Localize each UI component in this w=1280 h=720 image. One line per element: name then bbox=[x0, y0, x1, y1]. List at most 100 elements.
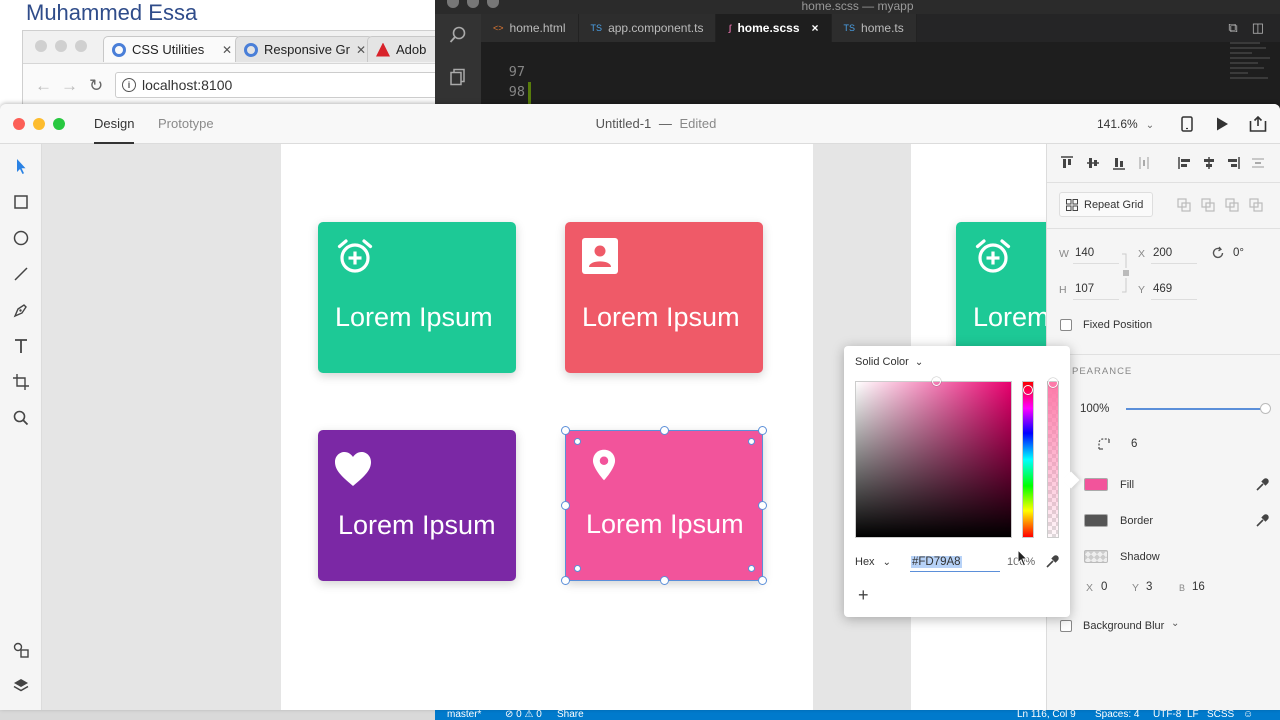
align-right-icon[interactable] bbox=[1226, 156, 1240, 170]
resize-handle[interactable] bbox=[660, 576, 669, 585]
back-arrow-icon[interactable]: ← bbox=[35, 76, 52, 96]
saturation-value-area[interactable] bbox=[855, 377, 1012, 538]
resize-handle[interactable] bbox=[758, 426, 767, 435]
zoom-dropdown[interactable]: 141.6% ⌄ bbox=[1097, 104, 1154, 144]
search-icon[interactable] bbox=[449, 26, 467, 44]
rotation-field[interactable]: 0° bbox=[1233, 247, 1244, 259]
split-editor-icon[interactable]: ◫ bbox=[1252, 20, 1264, 36]
color-format-dropdown[interactable]: Hex ⌄ bbox=[855, 556, 891, 568]
card-favorite[interactable]: Lorem Ipsum bbox=[318, 430, 516, 581]
color-picker-handle[interactable] bbox=[932, 377, 941, 386]
hue-slider[interactable] bbox=[1022, 381, 1034, 538]
add-swatch-button[interactable]: + bbox=[858, 586, 869, 604]
smiley-icon[interactable]: ☺ bbox=[1243, 710, 1253, 720]
play-icon[interactable] bbox=[1214, 116, 1230, 132]
browser-tab[interactable]: Responsive Gr ✕ bbox=[235, 36, 373, 62]
fixed-position-checkbox[interactable] bbox=[1060, 319, 1072, 331]
line-tool-icon[interactable] bbox=[11, 264, 31, 284]
ellipse-tool-icon[interactable] bbox=[11, 228, 31, 248]
artboard[interactable]: Lorem Ipsum Lorem Ipsum Lorem Ipsum Lore… bbox=[281, 144, 813, 710]
close-icon[interactable]: × bbox=[812, 21, 819, 35]
cursor-position[interactable]: Ln 116, Col 9 bbox=[1017, 710, 1076, 720]
reload-icon[interactable]: ↻ bbox=[89, 76, 103, 96]
close-icon[interactable]: ✕ bbox=[356, 43, 366, 57]
eyedropper-icon[interactable] bbox=[1045, 555, 1059, 569]
resize-handle[interactable] bbox=[561, 576, 570, 585]
git-branch[interactable]: master* bbox=[447, 710, 481, 720]
opacity-value[interactable]: 100% bbox=[1080, 403, 1109, 415]
corner-radius-icon[interactable] bbox=[1097, 437, 1111, 451]
resize-handle[interactable] bbox=[758, 576, 767, 585]
resize-handle[interactable] bbox=[660, 426, 669, 435]
align-bottom-icon[interactable] bbox=[1112, 156, 1126, 170]
share-button[interactable]: Share bbox=[557, 710, 584, 720]
zoom-tool-icon[interactable] bbox=[11, 408, 31, 428]
boolean-operations-icon[interactable] bbox=[1177, 198, 1267, 212]
artboard-tool-icon[interactable] bbox=[11, 372, 31, 392]
shadow-y-field[interactable]: 3 bbox=[1146, 581, 1152, 593]
opacity-slider-handle[interactable] bbox=[1260, 403, 1271, 414]
explorer-files-icon[interactable] bbox=[449, 68, 467, 86]
tab-prototype[interactable]: Prototype bbox=[158, 104, 214, 144]
hue-slider-handle[interactable] bbox=[1023, 385, 1033, 395]
alpha-slider-handle[interactable] bbox=[1048, 378, 1058, 388]
card-alarm[interactable]: Lorem Ipsum bbox=[318, 222, 516, 373]
border-swatch[interactable] bbox=[1084, 514, 1108, 527]
corner-radius-handle[interactable] bbox=[574, 565, 581, 572]
resize-handle[interactable] bbox=[561, 501, 570, 510]
encoding[interactable]: UTF-8 bbox=[1153, 710, 1181, 720]
close-icon[interactable]: ✕ bbox=[222, 43, 232, 57]
address-bar[interactable]: i localhost:8100 bbox=[115, 72, 445, 98]
chevron-down-icon[interactable]: ⌄ bbox=[1171, 618, 1179, 629]
align-left-icon[interactable] bbox=[1178, 156, 1192, 170]
corner-radius-handle[interactable] bbox=[748, 438, 755, 445]
editor-tab-home-ts[interactable]: TS home.ts bbox=[831, 14, 917, 42]
align-top-icon[interactable] bbox=[1060, 156, 1074, 170]
distribute-horizontal-icon[interactable] bbox=[1137, 156, 1151, 170]
open-changes-icon[interactable]: ⧉ bbox=[1228, 20, 1237, 36]
rectangle-tool-icon[interactable] bbox=[11, 192, 31, 212]
resize-handle[interactable] bbox=[561, 426, 570, 435]
minimap[interactable] bbox=[1230, 42, 1274, 104]
language-mode[interactable]: SCSS bbox=[1207, 710, 1234, 720]
tab-design[interactable]: Design bbox=[94, 104, 135, 144]
text-tool-icon[interactable] bbox=[11, 336, 31, 356]
card-contact[interactable]: Lorem Ipsum bbox=[565, 222, 763, 373]
resize-handle[interactable] bbox=[758, 501, 767, 510]
line-ending[interactable]: LF bbox=[1187, 710, 1199, 720]
problems-count[interactable]: ⊘ 0 ⚠ 0 bbox=[505, 710, 542, 720]
shadow-blur-field[interactable]: 16 bbox=[1192, 581, 1205, 593]
eyedropper-icon[interactable] bbox=[1255, 514, 1269, 528]
lock-aspect-icon[interactable] bbox=[1121, 252, 1131, 294]
eyedropper-icon[interactable] bbox=[1255, 478, 1269, 492]
forward-arrow-icon[interactable]: → bbox=[61, 76, 78, 96]
corner-radius-handle[interactable] bbox=[748, 565, 755, 572]
editor-tab-app-component[interactable]: TS app.component.ts bbox=[578, 14, 717, 42]
indentation[interactable]: Spaces: 4 bbox=[1095, 710, 1139, 720]
share-icon[interactable] bbox=[1249, 116, 1267, 132]
fill-swatch[interactable] bbox=[1084, 478, 1108, 491]
device-preview-icon[interactable] bbox=[1180, 116, 1194, 132]
browser-tab[interactable]: CSS Utilities ✕ bbox=[103, 36, 241, 62]
color-mode-dropdown[interactable]: Solid Color ⌄ bbox=[855, 356, 923, 368]
hex-input[interactable]: #FD79A8 bbox=[910, 552, 1000, 572]
select-tool-icon[interactable] bbox=[11, 156, 31, 176]
selection-bounds[interactable] bbox=[561, 426, 767, 585]
pen-tool-icon[interactable] bbox=[11, 300, 31, 320]
alpha-slider[interactable] bbox=[1047, 378, 1059, 538]
repeat-grid-button[interactable]: Repeat Grid bbox=[1059, 192, 1153, 217]
editor-tab-home-html[interactable]: <> home.html bbox=[481, 14, 579, 42]
corner-radius-handle[interactable] bbox=[574, 438, 581, 445]
corner-radius-field[interactable]: 6 bbox=[1131, 438, 1137, 450]
align-center-icon[interactable] bbox=[1202, 156, 1216, 170]
shadow-x-field[interactable]: 0 bbox=[1101, 581, 1107, 593]
editor-tab-home-scss[interactable]: ʃ home.scss × bbox=[716, 14, 832, 42]
symbols-icon[interactable] bbox=[11, 640, 31, 660]
align-middle-icon[interactable] bbox=[1086, 156, 1100, 170]
shadow-swatch[interactable] bbox=[1084, 550, 1108, 563]
distribute-vertical-icon[interactable] bbox=[1251, 156, 1265, 170]
code-area[interactable]: 97 margin-top: 7px; 98 font-size: 17px; … bbox=[481, 42, 1280, 160]
opacity-slider[interactable] bbox=[1126, 403, 1271, 414]
background-blur-checkbox[interactable] bbox=[1060, 620, 1072, 632]
layers-icon[interactable] bbox=[11, 676, 31, 696]
